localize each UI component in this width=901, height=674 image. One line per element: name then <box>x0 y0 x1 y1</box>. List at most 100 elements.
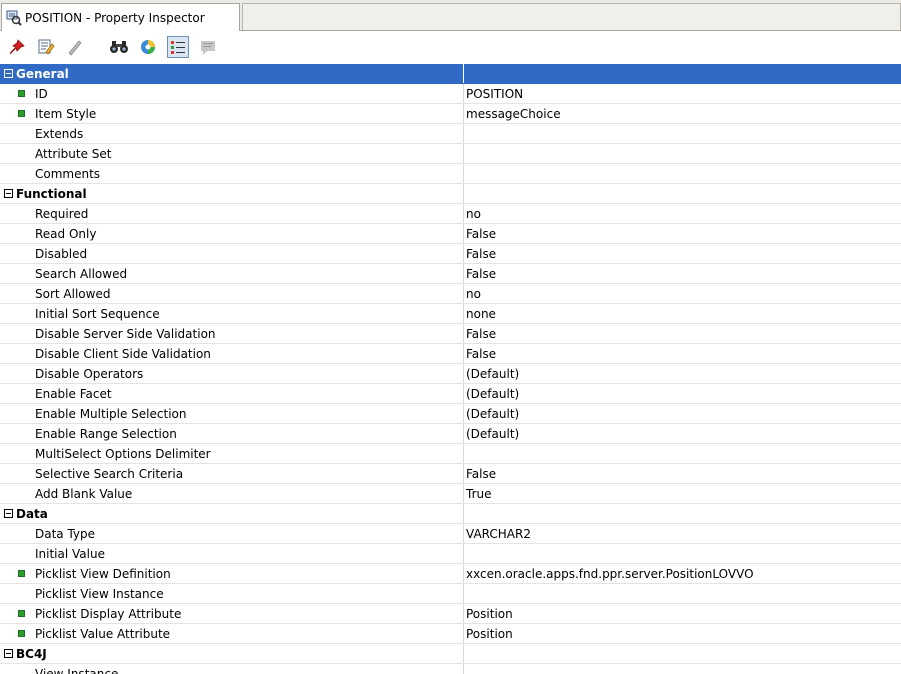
property-label: Enable Facet <box>35 386 112 401</box>
property-value-field[interactable]: no <box>464 204 901 223</box>
property-row[interactable]: View Instance <box>0 664 901 674</box>
property-value-field[interactable]: False <box>464 264 901 283</box>
property-value-field[interactable]: (Default) <box>464 364 901 383</box>
description-button[interactable] <box>197 36 219 58</box>
property-value-field[interactable] <box>464 144 901 163</box>
property-row[interactable]: Selective Search Criteria False <box>0 464 901 484</box>
collapse-toggle-icon[interactable] <box>4 189 13 198</box>
property-value-field[interactable]: False <box>464 324 901 343</box>
property-row[interactable]: Read Only False <box>0 224 901 244</box>
property-row[interactable]: Enable Multiple Selection (Default) <box>0 404 901 424</box>
property-value-field[interactable] <box>464 664 901 674</box>
binoculars-icon <box>110 41 128 53</box>
property-value-field[interactable] <box>464 124 901 143</box>
property-name-cell: Item Style <box>0 104 464 123</box>
property-value-field[interactable] <box>464 544 901 563</box>
property-row[interactable]: Picklist Value Attribute Position <box>0 624 901 644</box>
property-name-cell: Disable Server Side Validation <box>0 324 464 343</box>
section-header-cell: BC4J <box>0 644 464 663</box>
property-name-cell: Extends <box>0 124 464 143</box>
set-property-marker-icon <box>18 110 25 117</box>
property-row[interactable]: Disabled False <box>0 244 901 264</box>
property-row[interactable]: Sort Allowed no <box>0 284 901 304</box>
property-value-field[interactable] <box>464 584 901 603</box>
property-label: Read Only <box>35 226 97 241</box>
find-button[interactable] <box>108 36 130 58</box>
property-value-field[interactable]: False <box>464 224 901 243</box>
edit-button[interactable] <box>35 36 57 58</box>
property-label: Initial Sort Sequence <box>35 306 160 321</box>
property-row[interactable]: Initial Value <box>0 544 901 564</box>
collapse-toggle-icon[interactable] <box>4 509 13 518</box>
set-property-marker-icon <box>18 570 25 577</box>
property-name-cell: Add Blank Value <box>0 484 464 503</box>
property-row[interactable]: Disable Client Side Validation False <box>0 344 901 364</box>
categorized-view-button[interactable] <box>167 36 189 58</box>
property-row[interactable]: Enable Range Selection (Default) <box>0 424 901 444</box>
property-label: Disabled <box>35 246 88 261</box>
property-name-cell: Disable Operators <box>0 364 464 383</box>
property-value-field[interactable]: (Default) <box>464 384 901 403</box>
property-label: Add Blank Value <box>35 486 133 501</box>
property-row[interactable]: Add Blank Value True <box>0 484 901 504</box>
property-row[interactable]: Comments <box>0 164 901 184</box>
property-row[interactable]: Data Type VARCHAR2 <box>0 524 901 544</box>
property-name-cell: Read Only <box>0 224 464 243</box>
property-name-cell: Comments <box>0 164 464 183</box>
pencil-button[interactable] <box>64 36 86 58</box>
section-general[interactable]: General <box>0 64 901 84</box>
tab-property-inspector[interactable]: POSITION - Property Inspector <box>1 3 240 31</box>
property-row[interactable]: ID POSITION <box>0 84 901 104</box>
property-row[interactable]: Initial Sort Sequence none <box>0 304 901 324</box>
property-value-field[interactable]: xxcen.oracle.apps.fnd.ppr.server.Positio… <box>464 564 901 583</box>
property-value-field[interactable]: POSITION <box>464 84 901 103</box>
section-label: General <box>16 66 69 81</box>
property-row[interactable]: MultiSelect Options Delimiter <box>0 444 901 464</box>
property-row[interactable]: Picklist Display Attribute Position <box>0 604 901 624</box>
property-row[interactable]: Picklist View Instance <box>0 584 901 604</box>
property-row[interactable]: Required no <box>0 204 901 224</box>
property-value-field[interactable]: none <box>464 304 901 323</box>
marker-slot <box>0 90 35 97</box>
property-value-field[interactable]: (Default) <box>464 404 901 423</box>
property-value-field[interactable]: True <box>464 484 901 503</box>
property-label: View Instance <box>35 666 119 674</box>
property-name-cell: Disabled <box>0 244 464 263</box>
property-name-cell: Sort Allowed <box>0 284 464 303</box>
property-value-field[interactable]: False <box>464 464 901 483</box>
section-bc4j[interactable]: BC4J <box>0 644 901 664</box>
property-name-cell: Required <box>0 204 464 223</box>
property-value-field[interactable]: no <box>464 284 901 303</box>
property-name-cell: ID <box>0 84 464 103</box>
property-row[interactable]: Picklist View Definition xxcen.oracle.app… <box>0 564 901 584</box>
marker-slot <box>0 630 35 637</box>
property-value-field[interactable] <box>464 444 901 463</box>
pin-button[interactable] <box>6 36 28 58</box>
collapse-toggle-icon[interactable] <box>4 649 13 658</box>
property-name-cell: Search Allowed <box>0 264 464 283</box>
property-value-field[interactable]: Position <box>464 604 901 623</box>
refresh-button[interactable] <box>137 36 159 58</box>
property-row[interactable]: Disable Server Side Validation False <box>0 324 901 344</box>
property-row[interactable]: Enable Facet (Default) <box>0 384 901 404</box>
property-row[interactable]: Search Allowed False <box>0 264 901 284</box>
property-value-field[interactable]: (Default) <box>464 424 901 443</box>
property-value-field[interactable]: False <box>464 244 901 263</box>
property-row[interactable]: Attribute Set <box>0 144 901 164</box>
property-row[interactable]: Item Style messageChoice <box>0 104 901 124</box>
property-row[interactable]: Disable Operators (Default) <box>0 364 901 384</box>
section-data[interactable]: Data <box>0 504 901 524</box>
section-functional[interactable]: Functional <box>0 184 901 204</box>
property-value-field[interactable]: messageChoice <box>464 104 901 123</box>
set-property-marker-icon <box>18 630 25 637</box>
property-value-field[interactable]: False <box>464 344 901 363</box>
collapse-toggle-icon[interactable] <box>4 69 13 78</box>
property-row[interactable]: Extends <box>0 124 901 144</box>
property-value-field[interactable]: Position <box>464 624 901 643</box>
property-label: Picklist View Definition <box>35 566 171 581</box>
section-value-cell <box>464 504 901 523</box>
property-value-field[interactable] <box>464 164 901 183</box>
pushpin-icon <box>9 39 25 55</box>
property-value-field[interactable]: VARCHAR2 <box>464 524 901 543</box>
property-label: Enable Range Selection <box>35 426 177 441</box>
